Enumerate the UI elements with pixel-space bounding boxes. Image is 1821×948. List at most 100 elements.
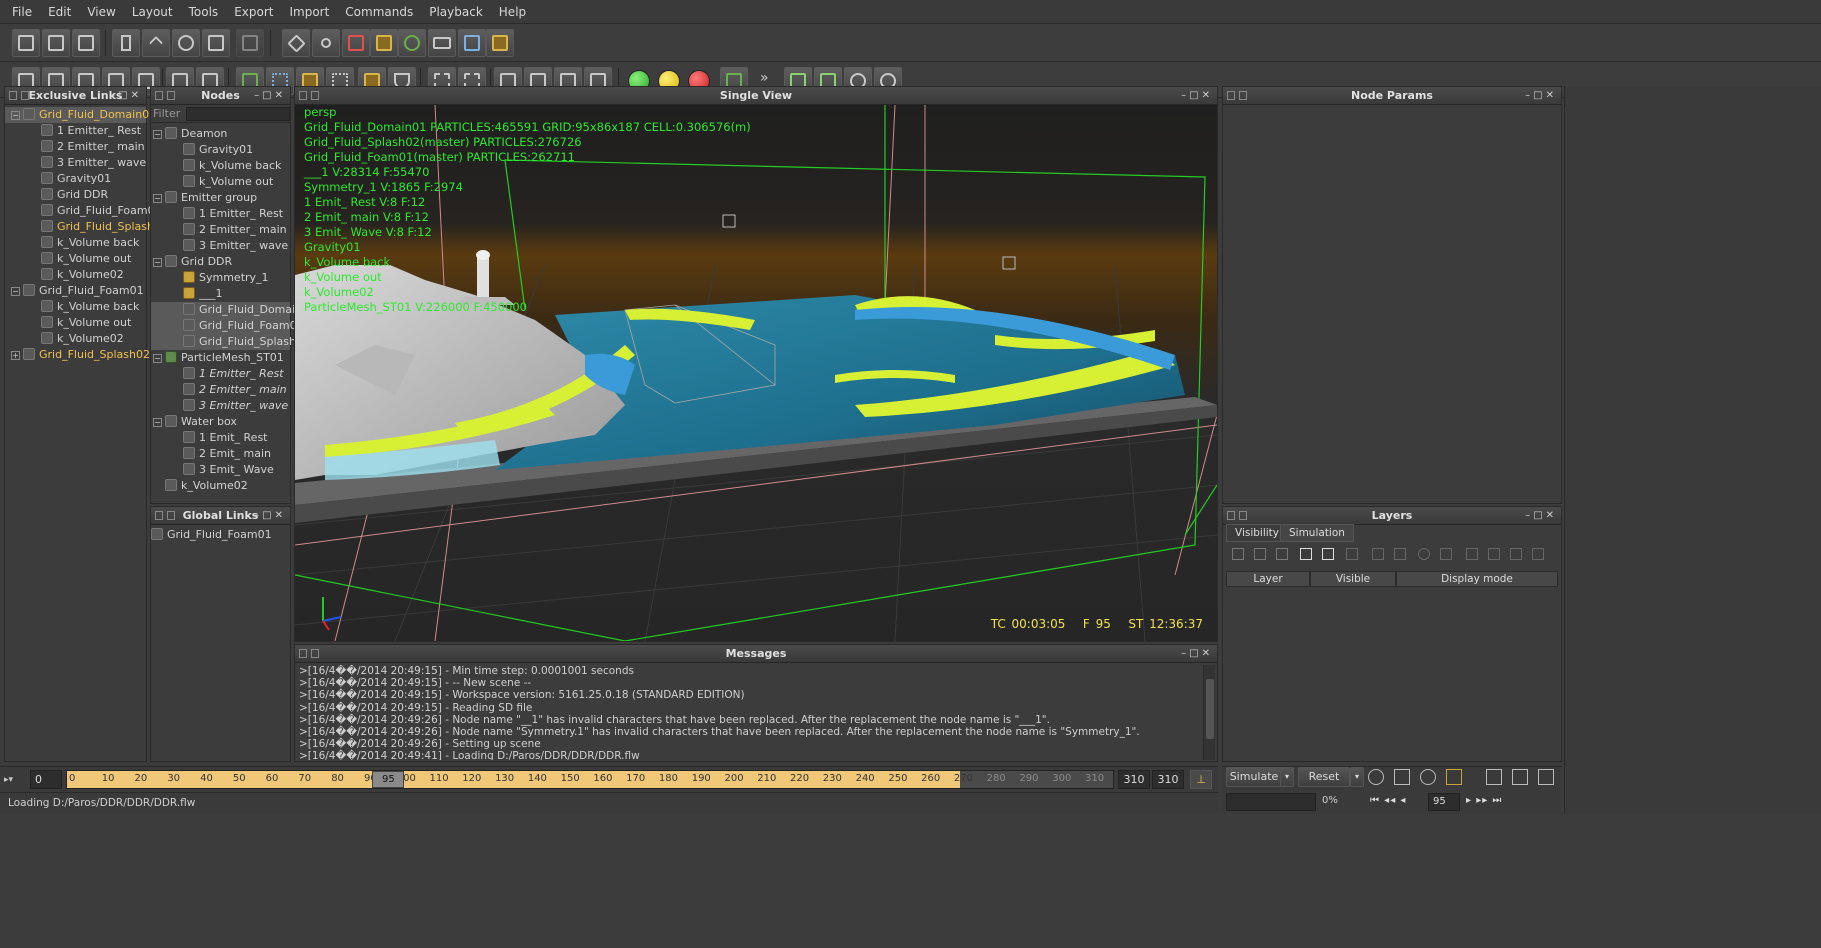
menu-commands[interactable]: Commands	[337, 5, 421, 19]
tree-item[interactable]: − ParticleMesh_ST01	[151, 350, 290, 366]
plane-icon[interactable]	[282, 29, 310, 57]
tree-item[interactable]: ___1	[151, 286, 290, 302]
menu-file[interactable]: File	[4, 5, 40, 19]
reset-dropdown-icon[interactable]: ▾	[1350, 767, 1364, 787]
tree-item[interactable]: − Water box	[151, 414, 290, 430]
menu-playback[interactable]: Playback	[421, 5, 491, 19]
tree-item[interactable]: k_Volume back	[5, 299, 146, 315]
package-icon[interactable]	[486, 29, 514, 57]
expander-icon[interactable]: −	[153, 194, 162, 203]
layers-icon[interactable]	[458, 29, 486, 57]
tree-item[interactable]: − Deamon	[151, 126, 290, 142]
layer-add-icon[interactable]	[1300, 548, 1312, 560]
layer-dup-icon[interactable]	[1254, 548, 1266, 560]
sim-icon-5[interactable]	[1512, 769, 1528, 785]
col-visible[interactable]: Visible	[1310, 571, 1396, 587]
tree-item[interactable]: Grid_Fluid_Foam01	[151, 527, 290, 543]
tree-item[interactable]: k_Volume02	[5, 267, 146, 283]
tree-item[interactable]: 1 Emitter_ Rest	[5, 123, 146, 139]
expander-icon[interactable]: +	[11, 351, 20, 360]
tree-item[interactable]: k_Volume back	[151, 158, 290, 174]
menu-layout[interactable]: Layout	[124, 5, 181, 19]
tree-item[interactable]: k_Volume out	[5, 251, 146, 267]
tree-item[interactable]: Grid_Fluid_Foam01	[5, 203, 162, 219]
menu-export[interactable]: Export	[226, 5, 281, 19]
save-icon[interactable]	[72, 29, 100, 57]
camera-icon[interactable]	[428, 29, 456, 57]
tree-item[interactable]: 2 Emitter_ main	[151, 382, 290, 398]
expander-icon[interactable]: −	[11, 287, 20, 296]
timeline-menu-icon[interactable]: ▸▾	[4, 771, 26, 789]
tree-item[interactable]: k_Volume out	[151, 174, 290, 190]
tree-item[interactable]: − Grid_Fluid_Foam01	[5, 283, 146, 299]
timeline-key-icon[interactable]: ⊥	[1190, 770, 1212, 789]
tree-item[interactable]: 2 Emitter_ main	[5, 139, 146, 155]
tree-item[interactable]: k_Volume02	[151, 478, 290, 494]
end-frame-field-a[interactable]: 310	[1118, 770, 1150, 789]
col-display-mode[interactable]: Display mode	[1396, 571, 1558, 587]
layer-hide-icon[interactable]	[1440, 548, 1452, 560]
tree-item[interactable]: Grid_Fluid_Splash02	[151, 334, 310, 350]
layer-add-sel-icon[interactable]	[1322, 548, 1334, 560]
timeline-current-frame[interactable]: 95	[372, 771, 405, 788]
timeline-track[interactable]: 0 10 20 30 40 50 60 70 80 90 100 110 120 130 140 150 160…	[66, 770, 1114, 789]
reset-button[interactable]: Reset	[1298, 767, 1350, 787]
sim-icon-4[interactable]	[1486, 769, 1502, 785]
tree-item[interactable]: k_Volume02	[5, 331, 146, 347]
layer-d-icon[interactable]	[1532, 548, 1544, 560]
daemon-icon[interactable]	[312, 29, 340, 57]
tree-item[interactable]: − Grid_Fluid_Domain01	[5, 107, 156, 123]
tree-item[interactable]: k_Volume out	[5, 315, 146, 331]
tree-item[interactable]: Gravity01	[151, 142, 290, 158]
layer-down-icon[interactable]	[1394, 548, 1406, 560]
layer-a-icon[interactable]	[1466, 548, 1478, 560]
tree-item[interactable]: Grid_Fluid_Splash02	[5, 219, 168, 235]
end-frame-field-b[interactable]: 310	[1152, 770, 1184, 789]
expander-icon[interactable]: −	[11, 111, 20, 120]
tree-item[interactable]: 3 Emitter_ wave	[5, 155, 146, 171]
menu-help[interactable]: Help	[491, 5, 534, 19]
sim-icon-3[interactable]	[1446, 769, 1462, 785]
expander-icon[interactable]: −	[153, 130, 162, 139]
menu-view[interactable]: View	[79, 5, 123, 19]
layer-del-icon[interactable]	[1276, 548, 1288, 560]
layer-new-icon[interactable]	[1232, 548, 1244, 560]
messages-scrollbar[interactable]	[1203, 665, 1215, 760]
tree-item[interactable]: 1 Emitter_ Rest	[151, 206, 290, 222]
transport-back-icons[interactable]: ⏮ ◂◂ ◂	[1370, 795, 1406, 806]
more-chevron-icon[interactable]: »	[760, 70, 769, 86]
3d-viewport[interactable]: persp Grid_Fluid_Domain01 PARTICLES:46559…	[295, 105, 1217, 641]
tree-item[interactable]: 1 Emitter_ Rest	[151, 366, 290, 382]
tree-item[interactable]: − Grid DDR	[151, 254, 290, 270]
simulate-dropdown-icon[interactable]: ▾	[1280, 767, 1294, 787]
rotate-tool-icon[interactable]	[172, 29, 200, 57]
simulate-button[interactable]: Simulate	[1226, 767, 1282, 787]
tree-item[interactable]: 1 Emit_ Rest	[151, 430, 290, 446]
pivot-tool-icon[interactable]	[236, 29, 264, 57]
transport-forward-icons[interactable]: ▸ ▸▸ ⏭	[1466, 795, 1502, 806]
tab-simulation[interactable]: Simulation	[1280, 524, 1354, 542]
sim-eye-icon[interactable]	[1420, 769, 1436, 785]
expander-icon[interactable]: −	[153, 258, 162, 267]
layer-b-icon[interactable]	[1488, 548, 1500, 560]
menu-tools[interactable]: Tools	[181, 5, 227, 19]
layer-up-icon[interactable]	[1372, 548, 1384, 560]
tree-item[interactable]: Symmetry_1	[151, 270, 290, 286]
expander-icon[interactable]: −	[153, 354, 162, 363]
tree-item[interactable]: + Grid_Fluid_Splash02	[5, 347, 150, 363]
emitter-icon[interactable]	[342, 29, 370, 57]
filter-input[interactable]	[186, 106, 290, 121]
tree-item[interactable]: 3 Emitter_ wave	[151, 398, 290, 414]
tree-item[interactable]: 3 Emit_ Wave	[151, 462, 290, 478]
tree-item[interactable]: 2 Emitter_ main	[151, 222, 290, 238]
select-tool-icon[interactable]	[112, 29, 140, 57]
tree-item[interactable]: − Emitter group	[151, 190, 290, 206]
tree-item[interactable]: Grid DDR	[5, 187, 146, 203]
tree-item[interactable]: 3 Emitter_ wave	[151, 238, 290, 254]
sim-icon-6[interactable]	[1538, 769, 1554, 785]
scale-tool-icon[interactable]	[202, 29, 230, 57]
menu-import[interactable]: Import	[281, 5, 337, 19]
tree-item[interactable]: k_Volume back	[5, 235, 146, 251]
move-tool-icon[interactable]	[142, 29, 170, 57]
layer-remove-icon[interactable]	[1346, 548, 1358, 560]
